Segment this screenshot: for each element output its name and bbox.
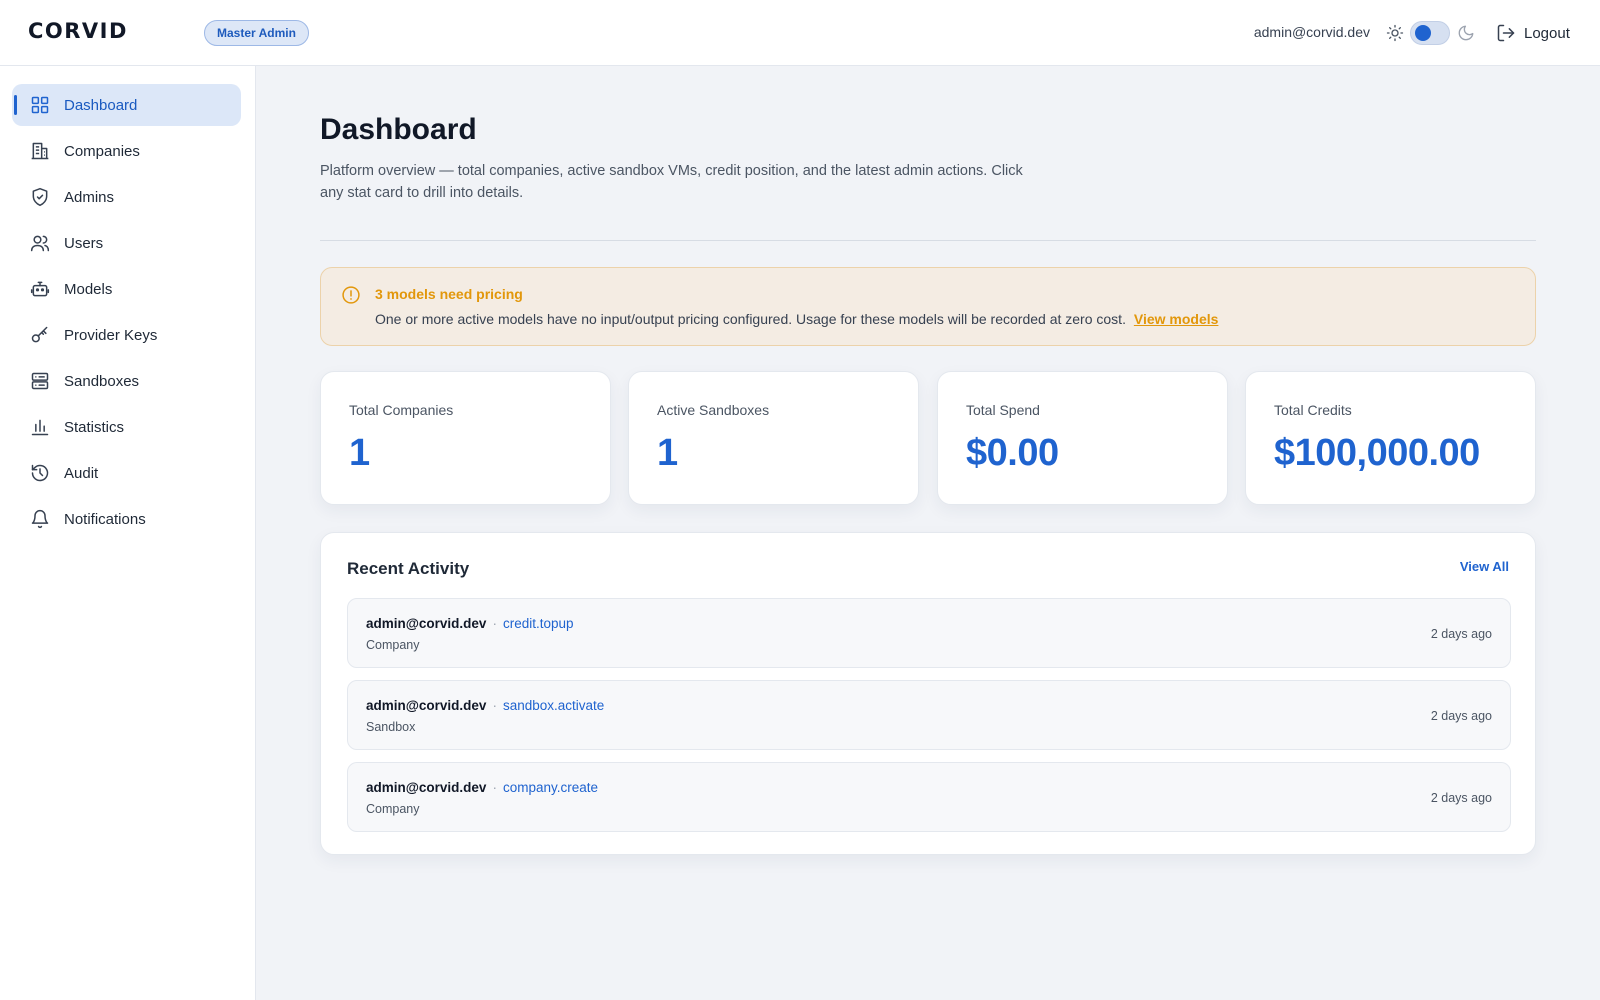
robot-icon: [30, 281, 50, 297]
alert-message: One or more active models have no input/…: [375, 311, 1218, 327]
activity-time: 2 days ago: [1430, 627, 1492, 641]
activity-time: 2 days ago: [1430, 791, 1492, 805]
moon-icon: [1458, 25, 1474, 41]
sidebar-item-label: Sandboxes: [64, 372, 140, 390]
sidebar-item-label: Models: [64, 280, 113, 298]
activity-entity: Company: [366, 802, 420, 816]
alert-title: 3 models need pricing: [375, 286, 523, 302]
sidebar-item-users[interactable]: Users: [12, 222, 241, 264]
page-title: Dashboard: [320, 113, 477, 146]
recent-activity-title: Recent Activity: [347, 559, 470, 578]
brand-logo[interactable]: CORVID: [28, 19, 128, 43]
stat-label: Total Credits: [1274, 402, 1352, 418]
activity-entity: Sandbox: [366, 720, 416, 734]
stat-cards: Total Companies 1 Active Sandboxes 1 Tot…: [320, 371, 1536, 505]
sidebar-item-companies[interactable]: Companies: [12, 130, 241, 172]
building-icon: [31, 142, 49, 160]
recent-activity-card: Recent Activity View All admin@corvid.de…: [320, 532, 1536, 855]
sidebar-item-label: Notifications: [64, 510, 146, 528]
role-badge: Master Admin: [204, 20, 309, 46]
activity-row[interactable]: admin@corvid.dev · credit.topup Company 2 …: [347, 598, 1511, 668]
activity-summary: admin@corvid.dev · credit.topup: [366, 616, 574, 631]
stat-label: Active Sandboxes: [657, 402, 770, 418]
shield-icon: [32, 187, 48, 207]
activity-action: company.create: [502, 780, 599, 795]
grid-icon: [31, 96, 49, 114]
logout-label: Logout: [1524, 24, 1570, 42]
user-email: admin@corvid.dev: [1253, 24, 1370, 40]
stat-card-total-spend[interactable]: Total Spend $0.00: [937, 371, 1228, 505]
sidebar-item-provider-keys[interactable]: Provider Keys: [12, 314, 241, 356]
history-icon: [31, 464, 49, 482]
sidebar-item-label: Provider Keys: [64, 326, 158, 344]
logout-button[interactable]: Logout: [1496, 20, 1570, 46]
sidebar-item-label: Audit: [64, 464, 99, 482]
sidebar-item-sandboxes[interactable]: Sandboxes: [12, 360, 241, 402]
bar-chart-icon: [31, 419, 49, 436]
sidebar-item-label: Statistics: [64, 418, 125, 436]
activity-time: 2 days ago: [1430, 709, 1492, 723]
key-icon: [31, 326, 48, 343]
alert-text: One or more active models have no input/…: [375, 311, 1126, 327]
activity-action: sandbox.activate: [502, 698, 605, 713]
sidebar-item-dashboard[interactable]: Dashboard: [12, 84, 241, 126]
sidebar-item-audit[interactable]: Audit: [12, 452, 241, 494]
theme-toggle[interactable]: [1410, 21, 1450, 45]
stat-card-total-companies[interactable]: Total Companies 1: [320, 371, 611, 505]
activity-user: admin@corvid.dev: [366, 616, 487, 631]
users-icon: [30, 235, 50, 252]
stat-card-total-credits[interactable]: Total Credits $100,000.00: [1245, 371, 1536, 505]
sidebar: Dashboard Companies Admins Users Models …: [0, 66, 256, 1000]
activity-action: credit.topup: [502, 616, 574, 631]
stat-value: $100,000.00: [1274, 432, 1480, 474]
activity-summary: admin@corvid.dev · sandbox.activate: [366, 698, 604, 713]
sidebar-item-statistics[interactable]: Statistics: [12, 406, 241, 448]
logout-icon: [1497, 24, 1515, 42]
view-all-link[interactable]: View All: [1460, 559, 1509, 574]
top-bar: CORVID Master Admin admin@corvid.dev Log…: [0, 0, 1600, 66]
activity-user: admin@corvid.dev: [366, 780, 487, 795]
separator-dot: ·: [492, 780, 497, 795]
stat-value: $0.00: [966, 432, 1059, 474]
stat-label: Total Companies: [349, 402, 454, 418]
sidebar-item-models[interactable]: Models: [12, 268, 241, 310]
stat-value: 1: [349, 432, 370, 474]
sidebar-item-label: Dashboard: [64, 96, 138, 114]
view-models-link[interactable]: View models: [1134, 311, 1219, 327]
activity-row[interactable]: admin@corvid.dev · sandbox.activate Sandbo…: [347, 680, 1511, 750]
page-description: Platform overview — total companies, act…: [320, 163, 1023, 201]
bell-icon: [31, 509, 49, 529]
server-icon: [31, 372, 49, 390]
pricing-alert: 3 models need pricing One or more active…: [320, 267, 1536, 346]
activity-user: admin@corvid.dev: [366, 698, 487, 713]
sidebar-item-admins[interactable]: Admins: [12, 176, 241, 218]
sun-icon: [1386, 24, 1404, 42]
sidebar-item-label: Users: [64, 234, 104, 252]
sidebar-item-label: Companies: [64, 142, 140, 160]
activity-summary: admin@corvid.dev · company.create: [366, 780, 598, 795]
divider: [320, 240, 1536, 241]
stat-card-active-sandboxes[interactable]: Active Sandboxes 1: [628, 371, 919, 505]
warning-circle-icon: [342, 286, 360, 304]
stat-label: Total Spend: [966, 402, 1040, 418]
activity-row[interactable]: admin@corvid.dev · company.create Company …: [347, 762, 1511, 832]
sidebar-item-notifications[interactable]: Notifications: [12, 498, 241, 540]
separator-dot: ·: [492, 616, 497, 631]
activity-entity: Company: [366, 638, 420, 652]
stat-value: 1: [657, 432, 678, 474]
separator-dot: ·: [492, 698, 497, 713]
sidebar-item-label: Admins: [64, 188, 115, 206]
theme-toggle-knob: [1415, 25, 1431, 41]
